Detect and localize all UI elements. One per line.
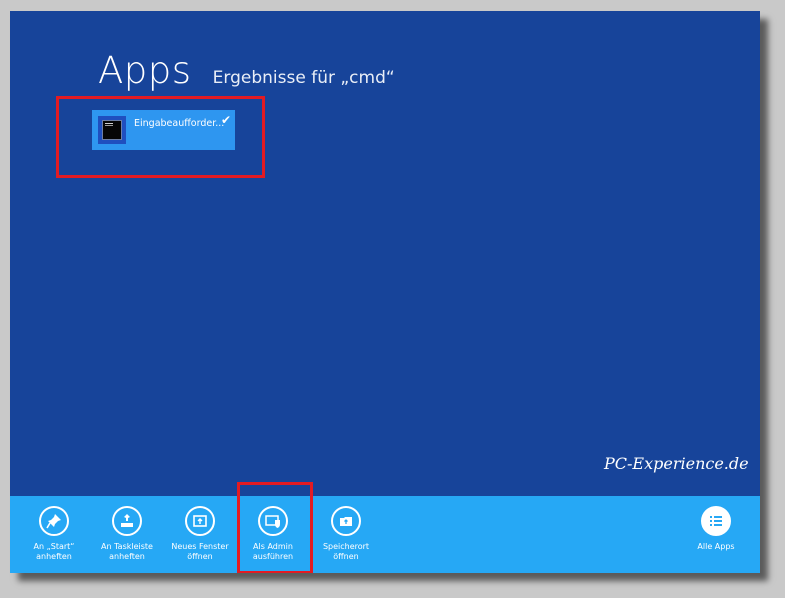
command-label-line1: Neues Fenster [171,542,229,551]
pin-icon [39,506,69,536]
command-label-line2: öffnen [187,552,213,561]
command-label-line1: Alle Apps [697,542,735,551]
new-window-button[interactable]: Neues Fenster öffnen [164,506,236,562]
pin-to-taskbar-button[interactable]: An Taskleiste anheften [91,506,163,562]
command-label-line1: An „Start“ [33,542,75,551]
highlight-box-admin [237,482,313,573]
command-label-line2: öffnen [333,552,359,561]
command-label-line2: anheften [109,552,145,561]
search-results-caption: Ergebnisse für „cmd“ [212,68,395,88]
page-heading: Apps Ergebnisse für „cmd“ [98,49,395,92]
new-window-icon [185,506,215,536]
command-label-line2: anheften [36,552,72,561]
open-file-location-button[interactable]: Speicherort öffnen [310,506,382,562]
all-apps-button[interactable]: Alle Apps [680,506,752,552]
watermark: PC-Experience.de [604,454,749,473]
all-apps-icon [701,506,731,536]
highlight-box-tile [56,96,265,178]
command-label-line1: Speicherort [322,542,370,551]
taskbar-pin-icon [112,506,142,536]
app-bar: An „Start“ anheften An Taskleiste anheft… [10,496,760,573]
pin-to-start-button[interactable]: An „Start“ anheften [18,506,90,562]
start-screen: Apps Ergebnisse für „cmd“ Eingabeaufford… [10,11,760,573]
page-title: Apps [98,49,192,92]
command-label-line1: An Taskleiste [101,542,153,551]
folder-open-icon [331,506,361,536]
